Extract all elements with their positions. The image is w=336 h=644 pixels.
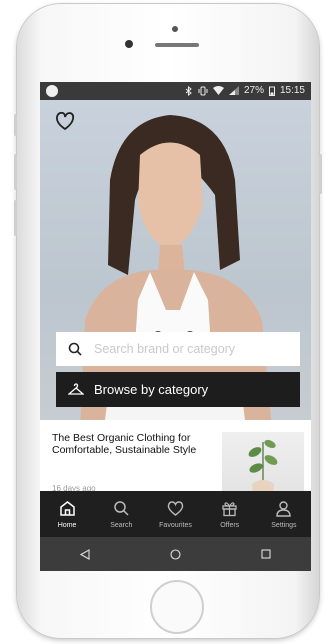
app-logo-icon[interactable] <box>54 110 76 132</box>
recents-square-icon <box>261 549 271 559</box>
gift-icon <box>222 501 237 516</box>
article-thumbnail <box>222 432 304 500</box>
phone-volume-up-button <box>14 154 17 190</box>
back-button[interactable] <box>70 544 100 564</box>
phone-home-button[interactable] <box>150 580 204 634</box>
status-bar: 27% 15:15 <box>40 82 311 100</box>
home-nav-button[interactable] <box>160 544 190 564</box>
phone-side-button <box>14 114 17 136</box>
earpiece-speaker <box>155 43 199 47</box>
tab-search-label: Search <box>110 521 133 529</box>
android-navigation-bar <box>40 537 311 571</box>
front-camera <box>125 40 133 48</box>
recents-button[interactable] <box>251 544 281 564</box>
tab-offers-label: Offers <box>220 521 240 529</box>
article-card[interactable]: The Best Organic Clothing for Comfortabl… <box>40 420 311 500</box>
back-triangle-icon <box>80 548 90 560</box>
home-circle-icon <box>170 548 181 560</box>
user-icon <box>276 500 292 517</box>
plant-image <box>248 439 278 500</box>
browse-by-category-label: Browse by category <box>94 382 209 397</box>
home-icon <box>59 500 75 516</box>
status-time: 15:15 <box>279 85 305 96</box>
status-indicators: 27% 15:15 <box>185 85 305 96</box>
tab-home[interactable]: Home <box>40 491 94 537</box>
tab-favourites[interactable]: Favourites <box>148 491 202 537</box>
search-icon <box>114 500 129 516</box>
bluetooth-icon <box>185 85 192 96</box>
battery-icon <box>268 86 275 96</box>
search-icon <box>68 342 82 356</box>
wifi-icon <box>212 86 224 95</box>
hanger-icon <box>68 382 84 395</box>
bottom-tab-bar: Home Search Favourites Offers Settings <box>40 491 311 537</box>
battery-percent: 27% <box>243 85 264 96</box>
hero-banner: Browse by category <box>40 100 311 420</box>
tab-settings-label: Settings <box>271 521 297 529</box>
tab-home-label: Home <box>57 521 77 529</box>
article-title: The Best Organic Clothing for Comfortabl… <box>52 432 197 456</box>
app-notification-icon <box>46 85 58 97</box>
search-box[interactable] <box>56 332 300 366</box>
heart-icon <box>167 500 184 516</box>
phone-power-button <box>319 154 322 194</box>
phone-volume-down-button <box>14 200 17 236</box>
tab-settings[interactable]: Settings <box>257 491 311 537</box>
search-input[interactable] <box>92 341 296 357</box>
signal-icon <box>228 86 239 95</box>
vibrate-icon <box>198 86 208 95</box>
tab-offers[interactable]: Offers <box>203 491 257 537</box>
app-screen: 27% 15:15 Search brand or category Brows… <box>40 82 311 571</box>
proximity-sensor <box>172 26 178 32</box>
browse-by-category-button[interactable]: Browse by category <box>56 372 300 407</box>
tab-favourites-label: Favourites <box>159 521 192 529</box>
tab-search[interactable]: Search <box>94 491 148 537</box>
